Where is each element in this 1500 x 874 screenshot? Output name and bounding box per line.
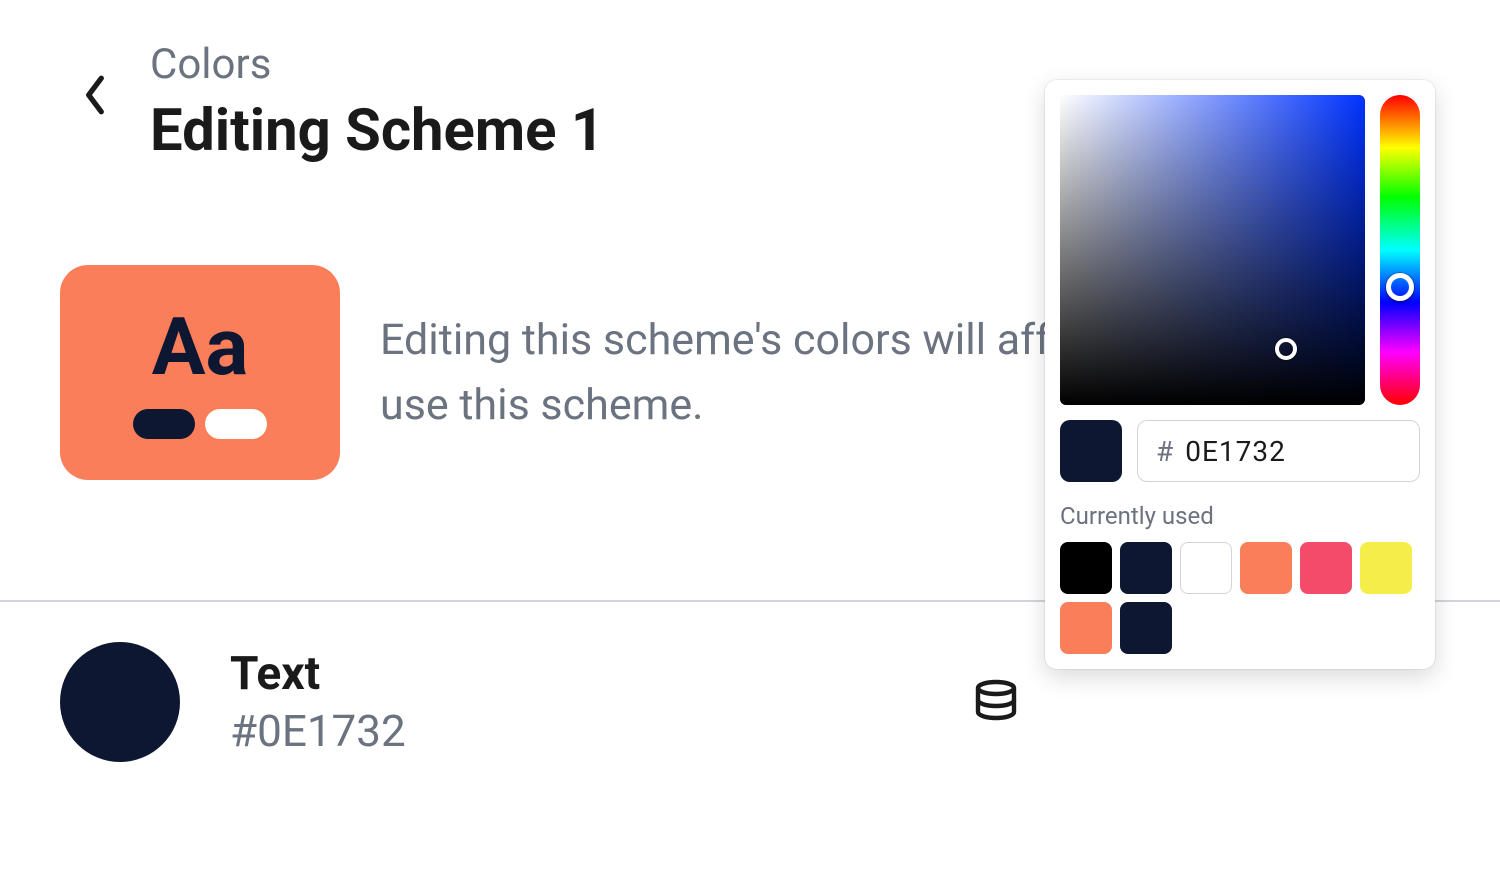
hue-slider[interactable]: [1380, 95, 1420, 405]
hue-cursor[interactable]: [1386, 273, 1414, 301]
color-info: Text #0E1732: [230, 647, 406, 757]
swatch-2[interactable]: [1180, 542, 1232, 594]
color-name: Text: [230, 647, 406, 701]
chevron-left-icon: [82, 74, 108, 116]
current-color-swatch: [1060, 420, 1122, 482]
picker-top-row: [1060, 95, 1420, 405]
scheme-preview-sample-text: Aa: [152, 307, 249, 387]
currently-used-label: Currently used: [1060, 502, 1420, 530]
breadcrumb[interactable]: Colors: [150, 40, 604, 89]
color-picker-popup: # 0E1732 Currently used: [1045, 80, 1435, 669]
picker-current-row: # 0E1732: [1060, 420, 1420, 482]
scheme-preview-card: Aa: [60, 265, 340, 480]
database-icon[interactable]: [972, 678, 1020, 726]
saturation-brightness-area[interactable]: [1060, 95, 1365, 405]
swatch-3[interactable]: [1240, 542, 1292, 594]
swatch-1[interactable]: [1120, 542, 1172, 594]
color-hex-value: #0E1732: [230, 705, 406, 757]
hex-input-value[interactable]: 0E1732: [1185, 435, 1286, 468]
saturation-cursor[interactable]: [1275, 338, 1297, 360]
preview-pill-white: [205, 409, 267, 439]
swatch-6[interactable]: [1060, 602, 1112, 654]
swatch-7[interactable]: [1120, 602, 1172, 654]
preview-pill-dark: [133, 409, 195, 439]
header-text: Colors Editing Scheme 1: [150, 40, 604, 165]
swatch-0[interactable]: [1060, 542, 1112, 594]
swatch-5[interactable]: [1360, 542, 1412, 594]
back-button[interactable]: [70, 70, 120, 120]
hex-input[interactable]: # 0E1732: [1137, 420, 1420, 482]
swatch-4[interactable]: [1300, 542, 1352, 594]
hex-prefix: #: [1156, 435, 1173, 468]
swatches-grid: [1060, 542, 1420, 654]
scheme-preview-pills: [133, 409, 267, 439]
page-title: Editing Scheme 1: [150, 97, 604, 165]
color-swatch[interactable]: [60, 642, 180, 762]
